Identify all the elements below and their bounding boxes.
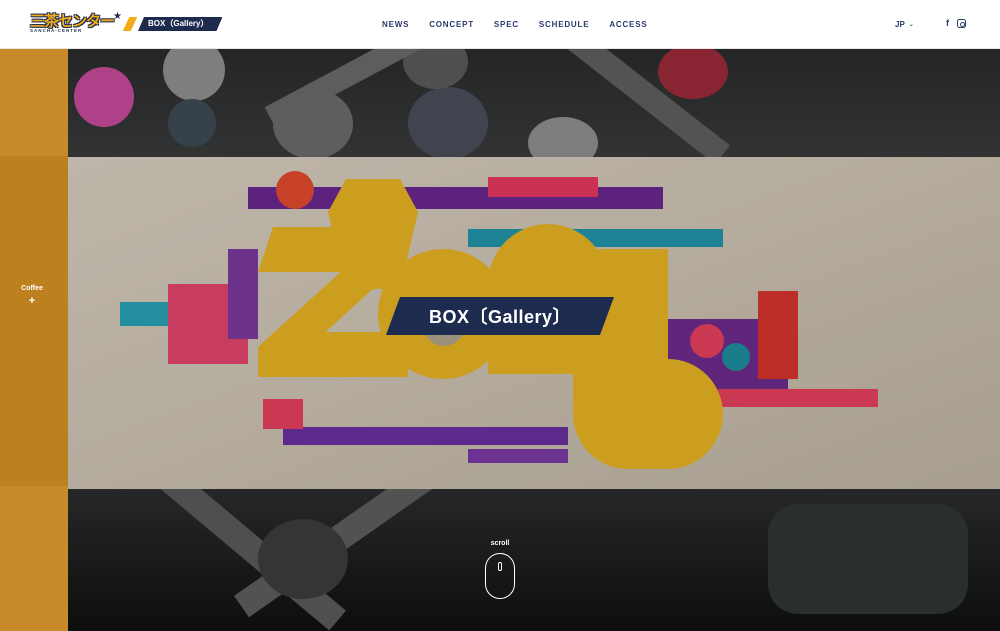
nav-schedule[interactable]: SCHEDULE (539, 20, 589, 29)
plus-icon[interactable]: + (0, 295, 64, 307)
nav-spec[interactable]: SPEC (494, 20, 519, 29)
site-logo[interactable]: 三茶センター SANCHA-CENTER ★ BOX（Gallery） (30, 11, 222, 35)
nav-news[interactable]: NEWS (382, 20, 409, 29)
nav-concept[interactable]: CONCEPT (429, 20, 474, 29)
logo-divider (122, 17, 138, 31)
language-label: JP (895, 20, 905, 29)
logo-subtext: SANCHA-CENTER (30, 28, 83, 33)
star-icon: ★ (113, 11, 123, 22)
hero-image (68, 49, 1000, 631)
coffee-sidebar[interactable]: Coffee + (0, 49, 68, 631)
chevron-down-icon: ⌄ (908, 22, 914, 28)
instagram-icon[interactable] (957, 19, 966, 28)
nav-access[interactable]: ACCESS (609, 20, 647, 29)
hero-title: BOX〔Gallery〕 (428, 307, 572, 327)
facebook-icon[interactable]: f (946, 18, 949, 28)
logo-text: 三茶センター (30, 12, 115, 30)
sidebar-label: Coffee (21, 285, 43, 292)
site-header: 三茶センター SANCHA-CENTER ★ BOX（Gallery） NEWS… (0, 0, 1000, 49)
scroll-label: scroll (490, 540, 510, 547)
language-selector[interactable]: JP ⌄ (895, 20, 914, 29)
sidebar-band (0, 156, 68, 486)
main-nav: NEWS CONCEPT SPEC SCHEDULE ACCESS (382, 20, 667, 29)
hero-overlay (68, 49, 1000, 631)
social-links: f (946, 18, 966, 28)
logo-mark: 三茶センター SANCHA-CENTER ★ (30, 11, 124, 35)
logo-badge: BOX（Gallery） (138, 17, 222, 31)
mouse-wheel (498, 562, 502, 571)
mouse-scroll-icon[interactable] (485, 553, 515, 599)
hero-title-badge: BOX〔Gallery〕 (386, 297, 614, 335)
